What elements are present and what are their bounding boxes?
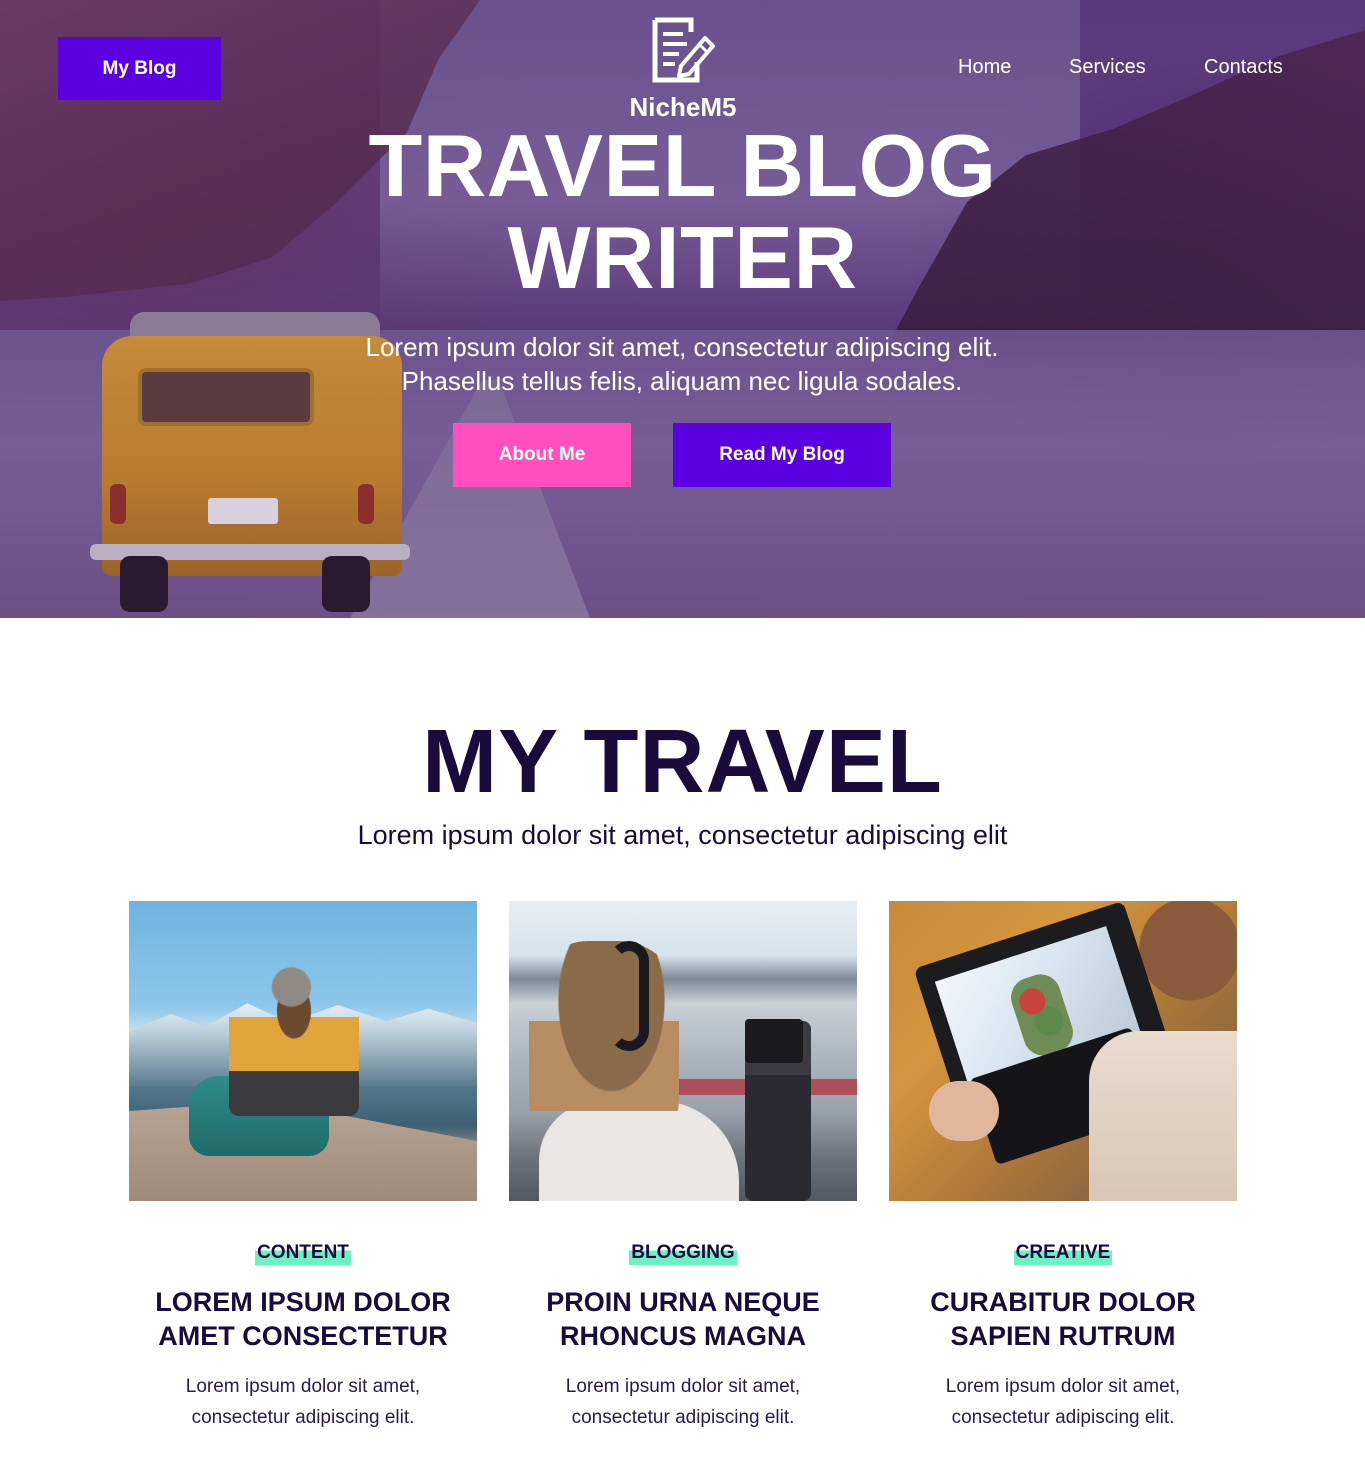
hero-title: TRAVEL BLOG WRITER — [0, 120, 1365, 304]
nav-home[interactable]: Home — [958, 56, 1011, 79]
card-title[interactable]: PROIN URNA NEQUE RHONCUS MAGNA — [509, 1285, 857, 1353]
card-text: Lorem ipsum dolor sit amet, consectetur … — [185, 1376, 421, 1428]
card-text: Lorem ipsum dolor sit amet, consectetur … — [565, 1376, 801, 1428]
card-tag[interactable]: BLOGGING — [629, 1241, 737, 1265]
about-me-button[interactable]: About Me — [453, 423, 631, 487]
read-my-blog-button[interactable]: Read My Blog — [673, 423, 891, 487]
hero-section: My Blog NicheM5 Home Services Contacts T… — [0, 0, 1365, 618]
card-content: CONTENT LOREM IPSUM DOLOR AMET CONSECTET… — [129, 901, 477, 1433]
card-photo-hiker[interactable] — [129, 901, 477, 1201]
site-logo[interactable]: NicheM5 — [622, 16, 744, 123]
card-tag[interactable]: CONTENT — [255, 1241, 351, 1265]
section-title: MY TRAVEL — [422, 712, 943, 812]
card-tag[interactable]: CREATIVE — [1013, 1241, 1113, 1265]
nav-contacts[interactable]: Contacts — [1204, 56, 1283, 79]
card-photo-laptop[interactable] — [889, 901, 1237, 1201]
hero-title-line2: WRITER — [507, 208, 858, 307]
card-blogging: BLOGGING PROIN URNA NEQUE RHONCUS MAGNA … — [509, 901, 857, 1433]
card-title[interactable]: CURABITUR DOLOR SAPIEN RUTRUM — [889, 1285, 1237, 1353]
card-title[interactable]: LOREM IPSUM DOLOR AMET CONSECTETUR — [129, 1285, 477, 1353]
hero-title-line1: TRAVEL BLOG — [368, 116, 997, 215]
nav-services[interactable]: Services — [1069, 56, 1146, 79]
card-photo-vlogger[interactable] — [509, 901, 857, 1201]
my-blog-button[interactable]: My Blog — [58, 37, 221, 100]
card-creative: CREATIVE CURABITUR DOLOR SAPIEN RUTRUM L… — [889, 901, 1237, 1433]
card-text: Lorem ipsum dolor sit amet, consectetur … — [945, 1376, 1181, 1428]
document-pen-icon — [652, 17, 715, 83]
section-subtitle: Lorem ipsum dolor sit amet, consectetur … — [357, 820, 1008, 850]
hero-subtitle: Lorem ipsum dolor sit amet, consectetur … — [365, 332, 999, 396]
